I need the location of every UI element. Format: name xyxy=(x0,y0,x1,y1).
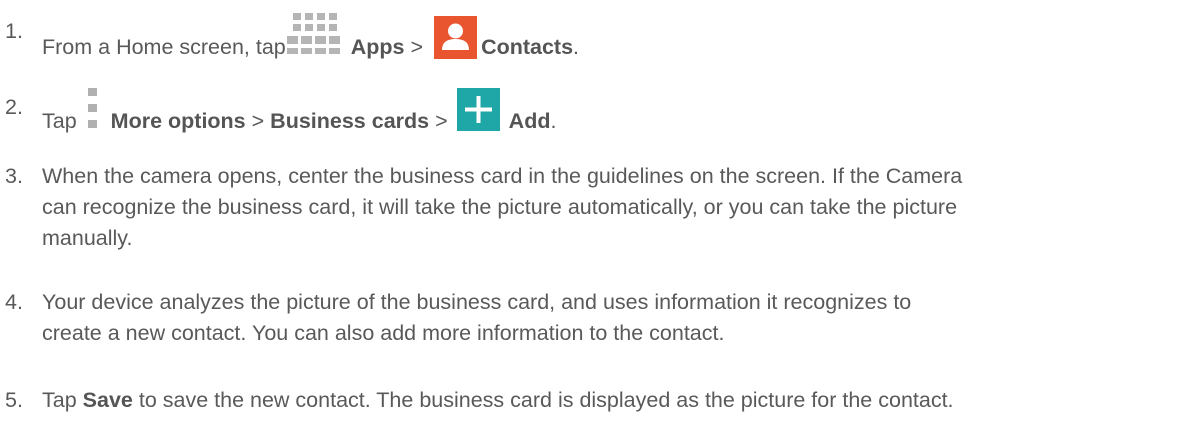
step-text-line: can recognize the business card, it will… xyxy=(42,195,958,219)
apps-icon xyxy=(286,12,345,59)
save-label: Save xyxy=(82,388,133,412)
step-text: to save the new contact. The business ca… xyxy=(138,388,954,412)
step-number: 3. xyxy=(5,164,23,188)
add-icon xyxy=(456,88,500,131)
step-text-line: manually. xyxy=(42,226,133,250)
step-text: Tap xyxy=(42,109,77,133)
step-text-line: Your device analyzes the picture of the … xyxy=(42,290,912,314)
step-number: 4. xyxy=(5,290,23,314)
separator: > xyxy=(410,35,424,59)
period: . xyxy=(573,35,580,59)
step-body: From a Home screen, tap Apps > Contacts. xyxy=(42,13,1199,63)
period: . xyxy=(550,109,557,133)
step-body: Tap Save to save the new contact. The bu… xyxy=(42,385,1199,416)
step-number: 2. xyxy=(5,95,23,119)
step-number: 5. xyxy=(5,388,23,412)
step-text-line: When the camera opens, center the busine… xyxy=(42,164,963,188)
step-text: Tap xyxy=(42,388,77,412)
step-body: Tap More options > Business cards > Add. xyxy=(42,88,1199,137)
step-text-line: create a new contact. You can also add m… xyxy=(42,321,725,345)
business-cards-label: Business cards xyxy=(270,109,430,133)
separator: > xyxy=(435,109,448,133)
step-text: From a Home screen, tap xyxy=(42,35,286,59)
step-number: 1. xyxy=(5,19,23,43)
more-options-label: More options xyxy=(110,109,246,133)
apps-label: Apps xyxy=(350,35,405,59)
add-label: Add xyxy=(508,109,551,133)
separator: > xyxy=(251,109,265,133)
step-body: Your device analyzes the picture of the … xyxy=(42,287,1199,349)
contacts-icon xyxy=(434,16,478,59)
step-body: When the camera opens, center the busine… xyxy=(42,161,1199,254)
contacts-label: Contacts xyxy=(481,35,574,59)
more-options-icon xyxy=(86,86,100,131)
